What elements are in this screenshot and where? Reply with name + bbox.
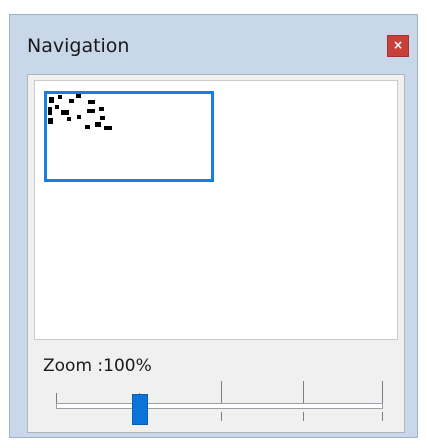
slider-thumb[interactable]	[132, 394, 148, 425]
slider-tick	[303, 381, 304, 403]
preview-mark	[77, 115, 81, 119]
slider-tick	[221, 381, 222, 403]
preview-mark	[99, 107, 104, 111]
slider-tick	[56, 393, 57, 403]
close-button[interactable]: ×	[387, 35, 409, 57]
viewport-rectangle[interactable]	[44, 91, 214, 182]
navigation-window: Navigation × Zoom:100%	[9, 14, 418, 438]
slider-tick	[221, 412, 222, 421]
preview-mark	[49, 97, 54, 103]
preview-mark	[85, 125, 90, 129]
zoom-slider[interactable]	[50, 381, 388, 425]
preview-mark	[67, 117, 71, 121]
close-icon: ×	[392, 38, 404, 52]
preview-mark	[100, 116, 105, 120]
title-bar[interactable]: Navigation ×	[10, 15, 417, 71]
preview-mark	[48, 118, 53, 124]
slider-tick	[382, 381, 383, 403]
slider-tick	[382, 412, 383, 421]
preview-mark	[61, 110, 69, 115]
zoom-label: Zoom :100%	[43, 356, 152, 376]
preview-mark	[87, 109, 95, 113]
navigation-panel: Zoom :100%	[27, 74, 405, 433]
preview-mark	[48, 107, 52, 115]
slider-track[interactable]	[56, 403, 383, 409]
preview-mark	[58, 95, 62, 99]
slider-tick	[303, 412, 304, 421]
preview-mark	[104, 126, 112, 130]
preview-mark	[69, 99, 74, 103]
preview-mark	[88, 100, 95, 104]
preview-mark	[76, 94, 81, 98]
window-title: Navigation	[27, 35, 130, 57]
page-preview[interactable]	[34, 80, 398, 340]
preview-mark	[55, 105, 59, 109]
preview-mark	[95, 122, 101, 127]
